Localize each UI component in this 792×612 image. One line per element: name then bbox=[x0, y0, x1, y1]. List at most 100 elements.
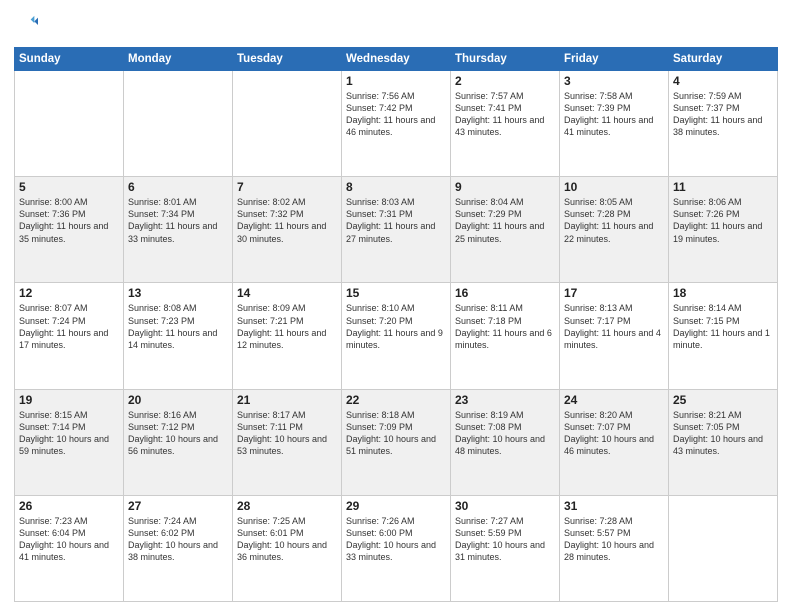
day-number: 15 bbox=[346, 286, 446, 300]
calendar-cell: 14 Sunrise: 8:09 AM Sunset: 7:21 PM Dayli… bbox=[233, 283, 342, 389]
calendar-cell: 8 Sunrise: 8:03 AM Sunset: 7:31 PM Daylig… bbox=[342, 177, 451, 283]
day-number: 1 bbox=[346, 74, 446, 88]
calendar-cell: 7 Sunrise: 8:02 AM Sunset: 7:32 PM Daylig… bbox=[233, 177, 342, 283]
day-number: 12 bbox=[19, 286, 119, 300]
day-number: 18 bbox=[673, 286, 773, 300]
cell-info: Sunrise: 7:24 AM Sunset: 6:02 PM Dayligh… bbox=[128, 515, 228, 564]
calendar-day-header: Wednesday bbox=[342, 48, 451, 71]
cell-info: Sunrise: 8:09 AM Sunset: 7:21 PM Dayligh… bbox=[237, 302, 337, 351]
day-number: 20 bbox=[128, 393, 228, 407]
calendar-cell: 13 Sunrise: 8:08 AM Sunset: 7:23 PM Dayli… bbox=[124, 283, 233, 389]
calendar-cell: 9 Sunrise: 8:04 AM Sunset: 7:29 PM Daylig… bbox=[451, 177, 560, 283]
day-number: 9 bbox=[455, 180, 555, 194]
calendar-cell: 4Sunrise: 7:59 AM Sunset: 7:37 PM Daylig… bbox=[669, 71, 778, 177]
day-number: 22 bbox=[346, 393, 446, 407]
calendar-cell: 18 Sunrise: 8:14 AM Sunset: 7:15 PM Dayli… bbox=[669, 283, 778, 389]
day-number: 13 bbox=[128, 286, 228, 300]
day-number: 31 bbox=[564, 499, 664, 513]
calendar-cell: 24 Sunrise: 8:20 AM Sunset: 7:07 PM Dayli… bbox=[560, 389, 669, 495]
calendar-cell: 12 Sunrise: 8:07 AM Sunset: 7:24 PM Dayli… bbox=[15, 283, 124, 389]
cell-info: Sunrise: 7:59 AM Sunset: 7:37 PM Dayligh… bbox=[673, 90, 773, 139]
day-number: 7 bbox=[237, 180, 337, 194]
calendar-cell: 30Sunrise: 7:27 AM Sunset: 5:59 PM Dayli… bbox=[451, 495, 560, 601]
calendar-cell: 29 Sunrise: 7:26 AM Sunset: 6:00 PM Dayli… bbox=[342, 495, 451, 601]
calendar-week-row: 1 Sunrise: 7:56 AM Sunset: 7:42 PM Daylig… bbox=[15, 71, 778, 177]
cell-info: Sunrise: 8:05 AM Sunset: 7:28 PM Dayligh… bbox=[564, 196, 664, 245]
day-number: 14 bbox=[237, 286, 337, 300]
calendar-cell: 11Sunrise: 8:06 AM Sunset: 7:26 PM Dayli… bbox=[669, 177, 778, 283]
cell-info: Sunrise: 8:16 AM Sunset: 7:12 PM Dayligh… bbox=[128, 409, 228, 458]
calendar-cell: 25Sunrise: 8:21 AM Sunset: 7:05 PM Dayli… bbox=[669, 389, 778, 495]
calendar-cell: 23Sunrise: 8:19 AM Sunset: 7:08 PM Dayli… bbox=[451, 389, 560, 495]
calendar-day-header: Tuesday bbox=[233, 48, 342, 71]
day-number: 28 bbox=[237, 499, 337, 513]
day-number: 2 bbox=[455, 74, 555, 88]
cell-info: Sunrise: 8:03 AM Sunset: 7:31 PM Dayligh… bbox=[346, 196, 446, 245]
calendar-cell bbox=[124, 71, 233, 177]
calendar-cell bbox=[669, 495, 778, 601]
calendar-week-row: 5 Sunrise: 8:00 AM Sunset: 7:36 PM Daylig… bbox=[15, 177, 778, 283]
day-number: 30 bbox=[455, 499, 555, 513]
cell-info: Sunrise: 8:01 AM Sunset: 7:34 PM Dayligh… bbox=[128, 196, 228, 245]
cell-info: Sunrise: 8:20 AM Sunset: 7:07 PM Dayligh… bbox=[564, 409, 664, 458]
cell-info: Sunrise: 8:15 AM Sunset: 7:14 PM Dayligh… bbox=[19, 409, 119, 458]
calendar-cell: 17 Sunrise: 8:13 AM Sunset: 7:17 PM Dayli… bbox=[560, 283, 669, 389]
day-number: 10 bbox=[564, 180, 664, 194]
calendar-week-row: 12 Sunrise: 8:07 AM Sunset: 7:24 PM Dayli… bbox=[15, 283, 778, 389]
cell-info: Sunrise: 8:18 AM Sunset: 7:09 PM Dayligh… bbox=[346, 409, 446, 458]
day-number: 29 bbox=[346, 499, 446, 513]
calendar-cell: 26Sunrise: 7:23 AM Sunset: 6:04 PM Dayli… bbox=[15, 495, 124, 601]
calendar-day-header: Thursday bbox=[451, 48, 560, 71]
cell-info: Sunrise: 8:10 AM Sunset: 7:20 PM Dayligh… bbox=[346, 302, 446, 351]
cell-info: Sunrise: 8:07 AM Sunset: 7:24 PM Dayligh… bbox=[19, 302, 119, 351]
day-number: 19 bbox=[19, 393, 119, 407]
calendar-cell: 2 Sunrise: 7:57 AM Sunset: 7:41 PM Daylig… bbox=[451, 71, 560, 177]
calendar-cell: 1 Sunrise: 7:56 AM Sunset: 7:42 PM Daylig… bbox=[342, 71, 451, 177]
calendar-day-header: Friday bbox=[560, 48, 669, 71]
day-number: 11 bbox=[673, 180, 773, 194]
calendar-cell: 27 Sunrise: 7:24 AM Sunset: 6:02 PM Dayli… bbox=[124, 495, 233, 601]
cell-info: Sunrise: 8:08 AM Sunset: 7:23 PM Dayligh… bbox=[128, 302, 228, 351]
calendar-cell: 19 Sunrise: 8:15 AM Sunset: 7:14 PM Dayli… bbox=[15, 389, 124, 495]
cell-info: Sunrise: 8:19 AM Sunset: 7:08 PM Dayligh… bbox=[455, 409, 555, 458]
cell-info: Sunrise: 8:00 AM Sunset: 7:36 PM Dayligh… bbox=[19, 196, 119, 245]
cell-info: Sunrise: 8:02 AM Sunset: 7:32 PM Dayligh… bbox=[237, 196, 337, 245]
cell-info: Sunrise: 7:58 AM Sunset: 7:39 PM Dayligh… bbox=[564, 90, 664, 139]
calendar-cell: 10 Sunrise: 8:05 AM Sunset: 7:28 PM Dayli… bbox=[560, 177, 669, 283]
cell-info: Sunrise: 7:26 AM Sunset: 6:00 PM Dayligh… bbox=[346, 515, 446, 564]
logo bbox=[14, 14, 38, 41]
cell-info: Sunrise: 8:14 AM Sunset: 7:15 PM Dayligh… bbox=[673, 302, 773, 351]
calendar-day-header: Sunday bbox=[15, 48, 124, 71]
calendar-cell: 5 Sunrise: 8:00 AM Sunset: 7:36 PM Daylig… bbox=[15, 177, 124, 283]
calendar-cell: 31 Sunrise: 7:28 AM Sunset: 5:57 PM Dayli… bbox=[560, 495, 669, 601]
calendar-cell: 28Sunrise: 7:25 AM Sunset: 6:01 PM Dayli… bbox=[233, 495, 342, 601]
calendar-week-row: 26Sunrise: 7:23 AM Sunset: 6:04 PM Dayli… bbox=[15, 495, 778, 601]
cell-info: Sunrise: 8:17 AM Sunset: 7:11 PM Dayligh… bbox=[237, 409, 337, 458]
day-number: 5 bbox=[19, 180, 119, 194]
cell-info: Sunrise: 8:11 AM Sunset: 7:18 PM Dayligh… bbox=[455, 302, 555, 351]
cell-info: Sunrise: 7:56 AM Sunset: 7:42 PM Dayligh… bbox=[346, 90, 446, 139]
day-number: 3 bbox=[564, 74, 664, 88]
calendar-header-row: SundayMondayTuesdayWednesdayThursdayFrid… bbox=[15, 48, 778, 71]
calendar-day-header: Monday bbox=[124, 48, 233, 71]
cell-info: Sunrise: 7:28 AM Sunset: 5:57 PM Dayligh… bbox=[564, 515, 664, 564]
day-number: 8 bbox=[346, 180, 446, 194]
cell-info: Sunrise: 8:13 AM Sunset: 7:17 PM Dayligh… bbox=[564, 302, 664, 351]
day-number: 6 bbox=[128, 180, 228, 194]
day-number: 26 bbox=[19, 499, 119, 513]
header bbox=[14, 10, 778, 41]
day-number: 24 bbox=[564, 393, 664, 407]
day-number: 27 bbox=[128, 499, 228, 513]
logo-icon bbox=[16, 14, 38, 36]
page: SundayMondayTuesdayWednesdayThursdayFrid… bbox=[0, 0, 792, 612]
calendar-cell bbox=[15, 71, 124, 177]
calendar-cell: 22 Sunrise: 8:18 AM Sunset: 7:09 PM Dayli… bbox=[342, 389, 451, 495]
cell-info: Sunrise: 8:04 AM Sunset: 7:29 PM Dayligh… bbox=[455, 196, 555, 245]
calendar-table: SundayMondayTuesdayWednesdayThursdayFrid… bbox=[14, 47, 778, 602]
calendar-cell: 6 Sunrise: 8:01 AM Sunset: 7:34 PM Daylig… bbox=[124, 177, 233, 283]
cell-info: Sunrise: 8:21 AM Sunset: 7:05 PM Dayligh… bbox=[673, 409, 773, 458]
calendar-cell bbox=[233, 71, 342, 177]
cell-info: Sunrise: 7:57 AM Sunset: 7:41 PM Dayligh… bbox=[455, 90, 555, 139]
day-number: 17 bbox=[564, 286, 664, 300]
calendar-cell: 16Sunrise: 8:11 AM Sunset: 7:18 PM Dayli… bbox=[451, 283, 560, 389]
